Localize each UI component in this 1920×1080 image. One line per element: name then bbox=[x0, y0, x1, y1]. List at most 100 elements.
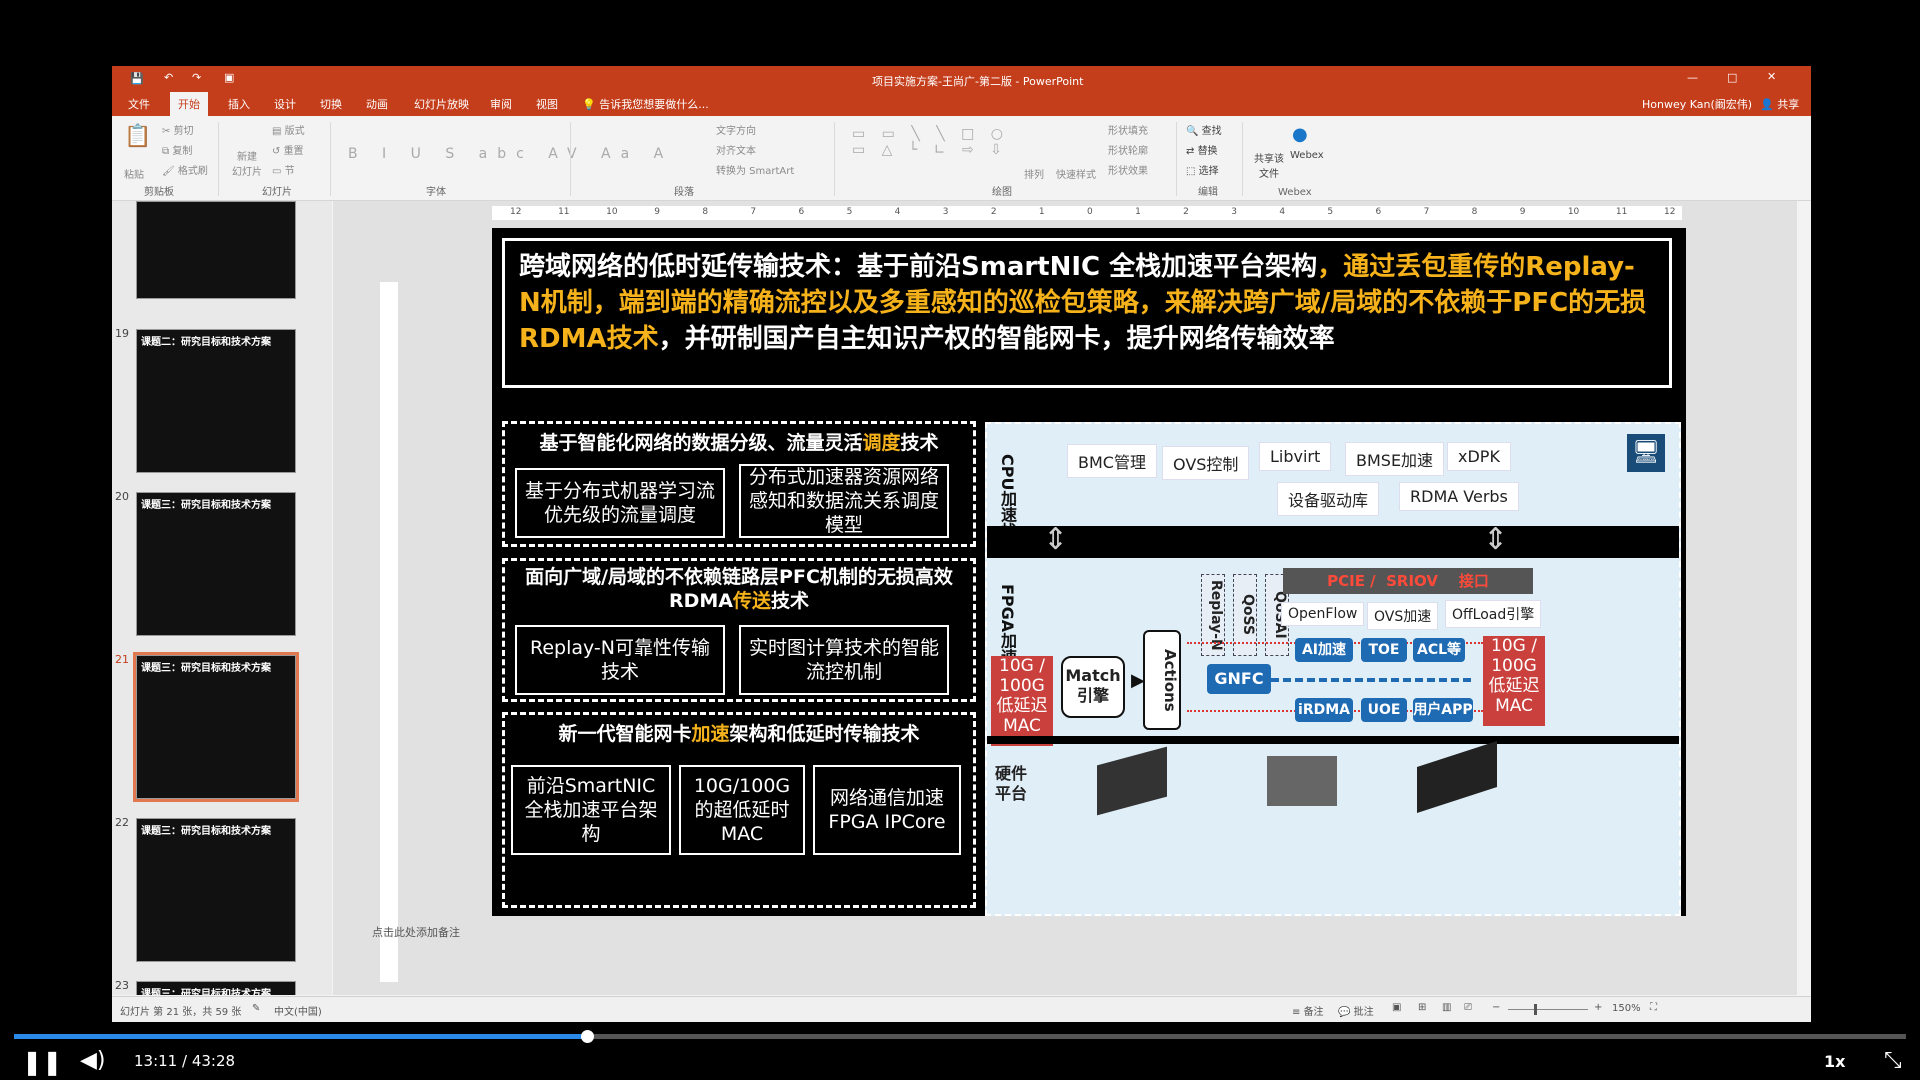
slideshow-view-icon[interactable]: ⎚ bbox=[1464, 1002, 1472, 1013]
redo-icon[interactable]: ↷ bbox=[192, 71, 201, 84]
format-painter-label: 格式刷 bbox=[177, 166, 208, 177]
save-icon[interactable]: 💾 bbox=[130, 72, 144, 85]
tell-me-search[interactable]: 💡 告诉我您想要做什么... bbox=[582, 96, 709, 112]
zoom-level[interactable]: 150% bbox=[1612, 1003, 1641, 1014]
replace-button[interactable]: ⇄ 替换 bbox=[1186, 142, 1218, 157]
new-slide-button[interactable]: 新建 幻灯片 bbox=[232, 148, 262, 178]
notes-button[interactable]: ≡ 备注 bbox=[1292, 1003, 1324, 1018]
zoom-in-icon[interactable]: + bbox=[1594, 1002, 1602, 1013]
tab-design[interactable]: 设计 bbox=[274, 96, 296, 112]
zoom-slider[interactable] bbox=[1508, 1009, 1588, 1010]
thumbnail-title: 课题二：研究目标和技术方案 bbox=[141, 337, 271, 348]
user-name[interactable]: Honwey Kan(阚宏伟) bbox=[1642, 96, 1752, 112]
webex-icon[interactable]: ● bbox=[1292, 124, 1308, 145]
slide-thumbnail-19[interactable]: 课题二：研究目标和技术方案 bbox=[136, 329, 296, 473]
slide-sorter-icon[interactable]: ⊞ bbox=[1418, 1002, 1426, 1013]
video-scrubber[interactable] bbox=[581, 1030, 595, 1043]
title-text: 基于智能化网络的数据分级、流量灵活 bbox=[539, 432, 863, 454]
divider bbox=[570, 122, 571, 196]
ruler-mark: 4 bbox=[894, 207, 901, 217]
convert-smartart-button[interactable]: 转换为 SmartArt bbox=[716, 162, 794, 177]
slide-thumbnails-pane: 19 课题二：研究目标和技术方案 20 课题三：研究目标和技术方案 21 课题三… bbox=[112, 201, 332, 995]
maximize-icon[interactable]: □ bbox=[1727, 71, 1737, 84]
language-indicator[interactable]: 中文(中国) bbox=[274, 1003, 322, 1018]
slide-thumbnail-20[interactable]: 课题三：研究目标和技术方案 bbox=[136, 492, 296, 636]
comments-button[interactable]: 💬 批注 bbox=[1338, 1003, 1374, 1018]
user-app-box: 用户APP bbox=[1413, 698, 1473, 722]
paste-button[interactable]: 粘贴 bbox=[124, 166, 144, 181]
video-progress-fill bbox=[14, 1034, 588, 1039]
format-painter-button[interactable]: 🖌 格式刷 bbox=[162, 162, 208, 177]
ruler-mark: 1 bbox=[1038, 207, 1045, 217]
shape-effects-button[interactable]: 形状效果 bbox=[1108, 162, 1148, 177]
zoom-slider-thumb[interactable] bbox=[1534, 1004, 1537, 1015]
webex-button[interactable]: Webex bbox=[1290, 150, 1324, 161]
zoom-out-icon[interactable]: − bbox=[1492, 1002, 1500, 1013]
slide-thumbnail-18[interactable] bbox=[136, 201, 296, 299]
reading-view-icon[interactable]: ▥ bbox=[1442, 1002, 1451, 1013]
toe-box: TOE bbox=[1361, 638, 1407, 662]
slide-number: 22 bbox=[115, 816, 129, 829]
shape-outline-button[interactable]: 形状轮廓 bbox=[1108, 142, 1148, 157]
hw-band bbox=[987, 736, 1679, 744]
paste-icon[interactable]: 📋 bbox=[124, 124, 151, 149]
bus-band bbox=[987, 526, 1679, 558]
arrange-button[interactable]: 排列 bbox=[1024, 166, 1044, 181]
slide-thumbnail-23[interactable]: 课题三：研究目标和技术方案 bbox=[136, 981, 296, 995]
slide-thumbnail-21[interactable]: 课题三：研究目标和技术方案 bbox=[133, 652, 299, 802]
video-time: 13:11 / 43:28 bbox=[134, 1052, 236, 1070]
fit-slide-icon[interactable]: ⛶ bbox=[1650, 1002, 1657, 1013]
cut-label: 剪切 bbox=[173, 126, 194, 137]
align-text-button[interactable]: 对齐文本 bbox=[716, 142, 756, 157]
cpu-item: RDMA Verbs bbox=[1399, 482, 1519, 511]
close-icon[interactable]: ✕ bbox=[1767, 70, 1776, 83]
spellcheck-icon[interactable]: ✎ bbox=[252, 1003, 260, 1014]
share-file-button[interactable]: 共享该 文件 bbox=[1254, 150, 1284, 180]
group-clipboard: 剪贴板 bbox=[144, 187, 174, 198]
tab-view[interactable]: 视图 bbox=[536, 96, 558, 112]
quick-styles-button[interactable]: 快速样式 bbox=[1056, 166, 1096, 181]
select-button[interactable]: ⬚ 选择 bbox=[1186, 162, 1219, 177]
volume-icon[interactable]: ◀) bbox=[80, 1048, 106, 1073]
divider bbox=[218, 122, 219, 196]
reset-button[interactable]: ↺ 重置 bbox=[272, 142, 304, 157]
tab-animations[interactable]: 动画 bbox=[366, 96, 388, 112]
tab-home[interactable]: 开始 bbox=[170, 92, 208, 117]
tab-file[interactable]: 文件 bbox=[128, 96, 150, 112]
font-format-buttons[interactable]: B I U S abc AV Aa A bbox=[348, 146, 673, 162]
section-rdma: 面向广域/局域的不依赖链路层PFC机制的无损高效RDMA传送技术 Replay-… bbox=[502, 558, 976, 702]
cpu-item: BMSE加速 bbox=[1345, 442, 1445, 476]
minimize-icon[interactable]: — bbox=[1687, 71, 1698, 84]
tab-insert[interactable]: 插入 bbox=[228, 96, 250, 112]
architecture-diagram: CPU加速栈 BMC管理 OVS控制 Libvirt BMSE加速 xDPK 设… bbox=[985, 422, 1681, 916]
slide-thumbnail-22[interactable]: 课题三：研究目标和技术方案 bbox=[136, 818, 296, 962]
up-down-arrow-icon: ⇕ bbox=[1043, 522, 1069, 557]
tab-transitions[interactable]: 切换 bbox=[320, 96, 342, 112]
text-direction-button[interactable]: 文字方向 bbox=[716, 122, 756, 137]
share-button[interactable]: 👤 共享 bbox=[1760, 96, 1799, 112]
normal-view-icon[interactable]: ▣ bbox=[1392, 1002, 1401, 1013]
title-highlight: 调度 bbox=[862, 432, 901, 454]
shapes-gallery[interactable]: ▭ ▭ ╲ ╲ □ ○ ▭ △ └ ∟ ⇨ ⇩ bbox=[852, 126, 1009, 158]
copy-button[interactable]: ⧉ 复制 bbox=[162, 142, 192, 157]
ruler-mark: 6 bbox=[1375, 207, 1382, 217]
ruler-mark: 8 bbox=[702, 207, 709, 217]
cut-button[interactable]: ✂ 剪切 bbox=[162, 122, 194, 137]
shape-fill-button[interactable]: 形状填充 bbox=[1108, 122, 1148, 137]
layout-button[interactable]: ▤ 版式 bbox=[272, 122, 305, 137]
section-button[interactable]: ▭ 节 bbox=[272, 162, 295, 177]
pause-icon[interactable]: ❚❚ bbox=[22, 1048, 62, 1076]
playback-speed-button[interactable]: 1x bbox=[1824, 1052, 1845, 1071]
ruler-mark: 1 bbox=[1135, 207, 1141, 217]
slide[interactable]: 跨域网络的低时延传输技术：基于前沿SmartNIC 全栈加速平台架构，通过丢包重… bbox=[492, 228, 1686, 916]
video-progress-bar[interactable] bbox=[14, 1030, 1906, 1043]
exit-fullscreen-icon[interactable]: ⤡ bbox=[1884, 1048, 1902, 1073]
section-smartnic: 新一代智能网卡加速架构和低延时传输技术 前沿SmartNIC全栈加速平台架构 1… bbox=[502, 712, 976, 908]
tab-review[interactable]: 审阅 bbox=[490, 96, 512, 112]
group-paragraph: 段落 bbox=[674, 187, 694, 198]
tab-slideshow[interactable]: 幻灯片放映 bbox=[414, 96, 469, 112]
start-slideshow-icon[interactable]: ▣ bbox=[224, 71, 234, 84]
undo-icon[interactable]: ↶ bbox=[164, 71, 173, 84]
notes-placeholder[interactable]: 点击此处添加备注 bbox=[372, 924, 460, 940]
find-button[interactable]: 🔍 查找 bbox=[1186, 122, 1222, 137]
